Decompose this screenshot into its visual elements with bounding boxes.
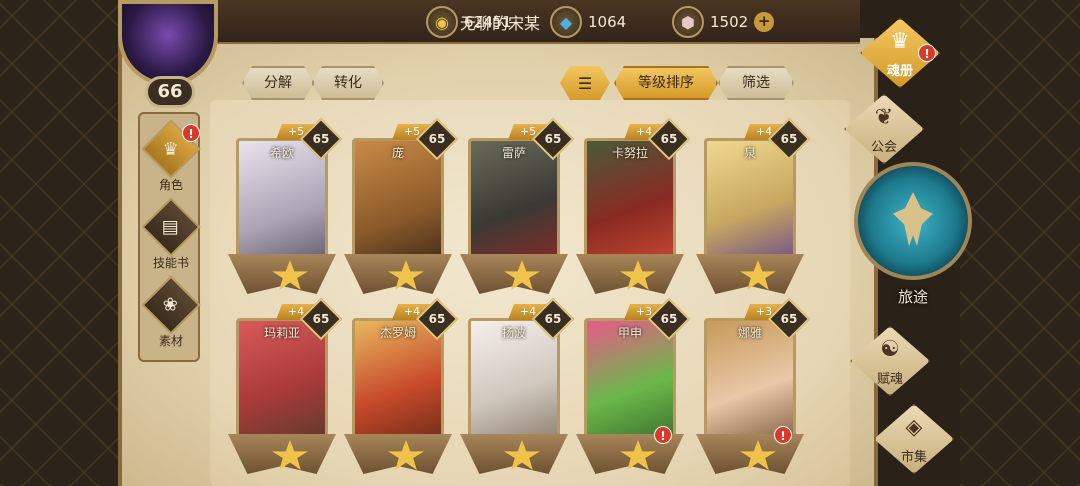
pink-gem-icon: ⬢: [672, 6, 704, 38]
hero-card[interactable]: 雷萨 +5 65: [460, 117, 575, 298]
skill-book-icon: ▤: [141, 197, 201, 257]
market-label: 市集: [900, 450, 927, 465]
hero-level: 65: [312, 132, 330, 146]
hero-card[interactable]: 玛莉亚 +4 65: [228, 297, 343, 478]
hero-level: 65: [660, 312, 678, 326]
guild-label: 公会: [870, 140, 897, 155]
hero-card[interactable]: 庞 +5 65: [344, 117, 459, 298]
blue-crystal-icon: ◆: [550, 6, 582, 38]
filter-button[interactable]: 筛选: [718, 66, 794, 100]
market-button[interactable]: ◈ 市集: [866, 404, 962, 474]
hero-card[interactable]: 泉 +4 65: [696, 117, 811, 298]
sort-by-level-button[interactable]: 等级排序: [614, 66, 718, 100]
hero-card[interactable]: 甲申 +3 65 !: [576, 297, 691, 478]
character-alert-badge: !: [182, 124, 200, 142]
hero-card[interactable]: 希欧 +5 65: [228, 117, 343, 298]
player-level-badge: 66: [145, 76, 195, 108]
soul-book-button[interactable]: ♛ 魂册 !: [852, 18, 948, 88]
top-bar: 无聊的宋某 ◉ 62451 ◆ 1064 ⬢ 1502 +: [180, 0, 860, 44]
soul-book-label: 魂册: [886, 64, 913, 79]
add-gem-button[interactable]: +: [754, 12, 775, 32]
nav-item-character[interactable]: ♛ 角色 !: [141, 119, 201, 194]
soul-book-icon: ♛: [890, 29, 910, 54]
talent-label: 赋魂: [876, 372, 903, 387]
hero-card[interactable]: 扬波 +4 65: [460, 297, 575, 478]
gold-currency: ◉ 62451: [426, 6, 512, 38]
crystal-amount: 1064: [588, 13, 627, 31]
guild-icon: ❦: [874, 105, 894, 130]
hero-level: 65: [780, 132, 798, 146]
hero-level: 65: [428, 312, 446, 326]
gem-amount: 1502: [710, 13, 749, 31]
talent-button[interactable]: ☯ 赋魂: [842, 326, 938, 396]
hero-alert-badge: !: [774, 426, 792, 444]
hero-card[interactable]: 卡努拉 +4 65: [576, 117, 691, 298]
hero-level: 65: [544, 132, 562, 146]
material-icon: ❀: [141, 275, 201, 335]
right-side-background: [960, 0, 1080, 486]
talent-flame-icon: ☯: [880, 337, 900, 362]
gold-amount: 62451: [464, 13, 512, 31]
hero-alert-badge: !: [654, 426, 672, 444]
hero-level: 65: [780, 312, 798, 326]
hero-level: 65: [428, 132, 446, 146]
decompose-button[interactable]: 分解: [242, 66, 314, 100]
soul-book-alert-badge: !: [918, 44, 936, 62]
journey-button[interactable]: 旅途: [854, 162, 972, 312]
sort-lines-icon: ☰: [577, 73, 593, 93]
market-gem-icon: ◈: [905, 415, 923, 440]
nav-item-skill-book[interactable]: ▤ 技能书: [141, 197, 201, 272]
guild-button[interactable]: ❦ 公会: [836, 94, 932, 164]
hero-level: 65: [312, 312, 330, 326]
hero-card[interactable]: 娜雅 +3 65 !: [696, 297, 811, 478]
transform-button[interactable]: 转化: [312, 66, 384, 100]
nav-item-material[interactable]: ❀ 素材: [141, 275, 201, 350]
hero-card[interactable]: 杰罗姆 +4 65: [344, 297, 459, 478]
sort-order-button[interactable]: ☰: [560, 66, 610, 100]
left-side-background: [0, 0, 120, 486]
hero-level: 65: [544, 312, 562, 326]
crystal-currency: ◆ 1064: [550, 6, 626, 38]
hero-level: 65: [660, 132, 678, 146]
gem-currency[interactable]: ⬢ 1502 +: [672, 6, 775, 38]
left-nav-panel: ♛ 角色 ! ▤ 技能书 ❀ 素材: [138, 112, 201, 362]
gold-coin-icon: ◉: [426, 6, 458, 38]
journey-label: 旅途: [897, 288, 928, 306]
